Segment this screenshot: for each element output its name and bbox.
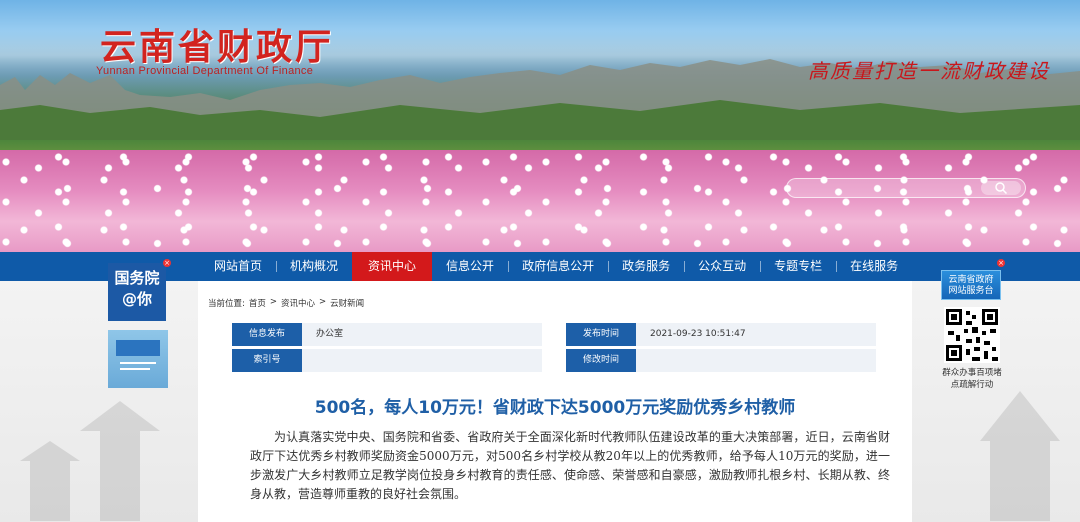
breadcrumb-separator: >: [269, 297, 278, 307]
meta-value-publisher: 办公室: [302, 323, 542, 346]
banner-flower-field: [0, 150, 1080, 252]
meta-label-publish-time: 发布时间: [566, 323, 636, 346]
breadcrumb-item-news[interactable]: 资讯中心: [281, 297, 315, 309]
ad-gov-service-line2: 网站服务台: [948, 286, 994, 296]
qr-code-icon[interactable]: [944, 307, 1000, 363]
nav-item-about[interactable]: 机构概况: [276, 252, 352, 281]
nav-item-news[interactable]: 资讯中心: [352, 252, 433, 281]
meta-label-index: 索引号: [232, 349, 302, 372]
search-input[interactable]: [786, 178, 1026, 198]
nav-item-gov-disclosure[interactable]: 政府信息公开: [508, 252, 608, 281]
nav-item-disclosure[interactable]: 信息公开: [432, 252, 508, 281]
nav-item-topics[interactable]: 专题专栏: [760, 252, 836, 281]
search-icon: [995, 182, 1008, 195]
meta-value-index: [302, 349, 542, 372]
nav-item-online[interactable]: 在线服务: [836, 252, 912, 281]
meta-value-publish-time: 2021-09-23 10:51:47: [636, 323, 876, 346]
article-title: 500名，每人10万元！省财政下达5000万元奖励优秀乡村教师: [314, 398, 796, 418]
search-button[interactable]: [981, 181, 1021, 195]
nav-item-home[interactable]: 网站首页: [200, 252, 276, 281]
qr-caption: 群众办事百项堵 点疏解行动: [940, 367, 1004, 391]
article-meta-table: 信息发布 办公室 发布时间 2021-09-23 10:51:47 索引号 修改…: [232, 323, 878, 375]
breadcrumb-item-home[interactable]: 首页: [249, 297, 266, 309]
breadcrumb-prefix: 当前位置:: [208, 299, 245, 309]
ad-text-line: [120, 362, 156, 364]
nav-item-services[interactable]: 政务服务: [608, 252, 684, 281]
site-subtitle: Yunnan Provincial Department Of Finance: [96, 65, 314, 77]
breadcrumb-separator: >: [319, 297, 327, 307]
nav-item-interaction[interactable]: 公众互动: [684, 252, 760, 281]
main-content: 当前位置: 首页 > 资讯中心 > 云财新闻 信息发布 办公室 发布时间 202…: [198, 281, 912, 522]
ad-state-council-line1: 国务院: [114, 269, 160, 287]
meta-label-publisher: 信息发布: [232, 323, 302, 346]
ad-left-banner[interactable]: [108, 330, 168, 388]
ad-text-line: [120, 368, 150, 370]
ad-gov-service-line1: 云南省政府: [948, 275, 994, 285]
close-icon[interactable]: ×: [997, 259, 1005, 267]
header-banner: 云南省财政厅 Yunnan Provincial Department Of F…: [0, 0, 1080, 252]
ad-gov-service[interactable]: 云南省政府 网站服务台: [941, 270, 1001, 300]
meta-value-modify-time: [636, 349, 876, 372]
breadcrumb: 当前位置: 首页 > 资讯中心 > 云财新闻: [208, 297, 364, 309]
meta-label-modify-time: 修改时间: [566, 349, 636, 372]
meta-row: 信息发布 办公室 发布时间 2021-09-23 10:51:47: [232, 323, 878, 346]
ad-state-council-line2: @你: [121, 290, 152, 308]
left-background: [0, 281, 200, 522]
article-body: 为认真落实党中央、国务院和省委、省政府关于全面深化新时代教师队伍建设改革的重大决…: [250, 430, 890, 501]
meta-row: 索引号 修改时间: [232, 349, 878, 372]
ad-state-council[interactable]: 国务院 @你: [108, 263, 166, 321]
ad-banner-strip: [116, 340, 160, 356]
site-title[interactable]: 云南省财政厅: [100, 18, 334, 70]
banner-slogan: 高质量打造一流财政建设: [808, 59, 1050, 83]
close-icon[interactable]: ×: [163, 259, 171, 267]
breadcrumb-item-yuncai[interactable]: 云财新闻: [330, 297, 364, 309]
qr-caption-line1: 群众办事百项堵: [942, 368, 1002, 378]
qr-caption-line2: 点疏解行动: [950, 380, 994, 390]
